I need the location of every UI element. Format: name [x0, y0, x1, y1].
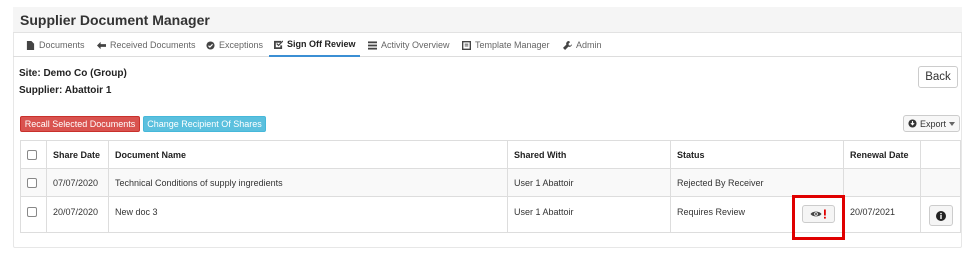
- header-shared-with[interactable]: Shared With: [507, 141, 670, 168]
- tab-activity-overview-label: Activity Overview: [381, 40, 450, 50]
- change-recipient-button[interactable]: Change Recipient Of Shares: [143, 116, 266, 132]
- app-header: Supplier Document Manager: [13, 7, 962, 33]
- header-status[interactable]: Status: [670, 141, 843, 168]
- table-row: 07/07/2020 Technical Conditions of suppl…: [21, 169, 960, 197]
- arrow-left-icon: [96, 40, 106, 50]
- site-label: Site: Demo Co (Group): [19, 68, 127, 79]
- tab-received-documents-label: Received Documents: [110, 40, 196, 50]
- status-cell: Rejected By Receiver: [670, 169, 843, 196]
- tab-sign-off-review-label: Sign Off Review: [287, 39, 356, 49]
- header-actions: [920, 141, 960, 168]
- info-button[interactable]: [929, 205, 953, 226]
- recall-selected-documents-button[interactable]: Recall Selected Documents: [20, 116, 140, 132]
- tab-sign-off-review[interactable]: Sign Off Review: [269, 33, 360, 57]
- document-name-cell: Technical Conditions of supply ingredien…: [108, 169, 507, 196]
- select-all-cell: [21, 141, 46, 168]
- share-date-cell: 20/07/2020: [46, 197, 108, 232]
- wrench-icon: [562, 40, 572, 50]
- tab-documents[interactable]: Documents: [25, 33, 85, 57]
- export-label: Export: [919, 118, 946, 129]
- tab-template-manager-label: Template Manager: [475, 40, 550, 50]
- row-checkbox[interactable]: [27, 177, 37, 188]
- header-share-date[interactable]: Share Date: [46, 141, 108, 168]
- document-icon: [25, 40, 35, 50]
- tab-admin-label: Admin: [576, 40, 602, 50]
- tab-exceptions[interactable]: Exceptions: [205, 33, 263, 57]
- select-all-checkbox[interactable]: [27, 149, 37, 160]
- tab-template-manager[interactable]: Template Manager: [461, 33, 550, 57]
- export-button[interactable]: Export: [903, 115, 960, 132]
- header-document-name[interactable]: Document Name: [108, 141, 507, 168]
- shared-with-cell: User 1 Abattoir: [507, 197, 670, 232]
- supplier-label: Supplier: Abattoir 1: [19, 85, 112, 96]
- chevron-down-icon: [949, 121, 955, 126]
- row-select-cell: [21, 197, 46, 232]
- renewal-date-cell: 20/07/2021: [843, 197, 920, 232]
- highlight-annotation: [792, 195, 845, 240]
- app-title: Supplier Document Manager: [20, 12, 210, 28]
- list-icon: [367, 40, 377, 50]
- table-header-row: Share Date Document Name Shared With Sta…: [21, 141, 960, 169]
- tab-admin[interactable]: Admin: [562, 33, 602, 57]
- tab-documents-label: Documents: [39, 40, 85, 50]
- share-date-cell: 07/07/2020: [46, 169, 108, 196]
- renewal-date-cell: [843, 169, 920, 196]
- row-checkbox[interactable]: [27, 207, 37, 217]
- check-circle-icon: [205, 40, 215, 50]
- check-square-icon: [273, 39, 283, 49]
- header-renewal-date[interactable]: Renewal Date: [843, 141, 920, 168]
- row-select-cell: [21, 169, 46, 196]
- info-icon: [936, 210, 946, 221]
- nav-bar: Documents Received Documents Exceptions …: [13, 33, 962, 57]
- document-name-cell: New doc 3: [108, 197, 507, 232]
- export-icon: [908, 119, 917, 128]
- actions-cell: [920, 169, 960, 196]
- tab-received-documents[interactable]: Received Documents: [96, 33, 196, 57]
- tab-activity-overview[interactable]: Activity Overview: [367, 33, 450, 57]
- template-icon: [461, 40, 471, 50]
- tab-exceptions-label: Exceptions: [219, 40, 264, 50]
- back-button[interactable]: Back: [918, 66, 958, 88]
- shared-with-cell: User 1 Abattoir: [507, 169, 670, 196]
